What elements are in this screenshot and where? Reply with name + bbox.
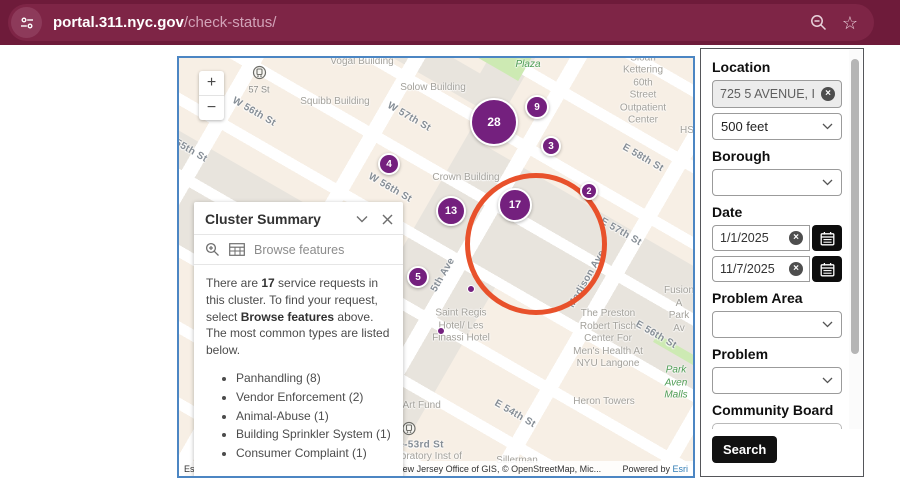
place-label: Park Aven Malls — [664, 364, 687, 402]
complaint-type-item: Consumer Complaint (1) — [236, 445, 391, 462]
url-text: portal.311.nyc.gov/check-status/ — [53, 14, 276, 31]
borough-select[interactable] — [712, 169, 842, 196]
cluster-marker[interactable]: 3 — [541, 136, 561, 156]
cluster-marker[interactable]: 13 — [436, 196, 466, 226]
search-button[interactable]: Search — [712, 436, 777, 463]
table-icon — [229, 243, 245, 256]
map-canvas[interactable]: W 57th StW 56th StW 56th St55th StE 58th… — [177, 56, 695, 478]
date-label: Date — [712, 204, 863, 220]
radius-select[interactable]: 500 feet — [712, 113, 842, 140]
map-zoom-in-button[interactable]: + — [199, 71, 224, 95]
chevron-down-icon — [822, 321, 833, 328]
request-point[interactable] — [467, 285, 475, 293]
place-label: The Preston Robert Tisch Center For Men'… — [573, 308, 643, 371]
cluster-marker[interactable]: 28 — [470, 98, 518, 146]
subway-station-icon — [402, 422, 416, 436]
popup-body: There are 17 service requests in this cl… — [194, 265, 403, 478]
tune-icon — [19, 15, 35, 31]
bookmark-star-icon[interactable]: ☆ — [842, 14, 858, 32]
subway-station-marker — [402, 422, 416, 441]
esri-link[interactable]: Esri — [673, 464, 689, 474]
filter-panel-scroll-area: Location 725 5 AVENUE, I 500 feet Boroug… — [701, 49, 863, 429]
browse-features-link[interactable]: Browse features — [254, 243, 344, 257]
community-board-select[interactable] — [712, 423, 842, 429]
date-start-input[interactable]: 1/1/2025 — [712, 225, 810, 251]
place-label: HS — [680, 125, 694, 138]
filter-panel: Location 725 5 AVENUE, I 500 feet Boroug… — [700, 48, 864, 477]
problem-label: Problem — [712, 346, 863, 362]
complaint-type-item: Building Sprinkler System (1) — [236, 426, 391, 443]
place-label: Heron Towers — [573, 396, 635, 409]
borough-label: Borough — [712, 148, 863, 164]
chevron-down-icon — [822, 123, 833, 130]
clear-icon — [789, 262, 803, 276]
clear-icon — [821, 87, 835, 101]
date-start-clear-button[interactable] — [783, 231, 809, 245]
date-end-input[interactable]: 11/7/2025 — [712, 256, 810, 282]
popup-title: Cluster Summary — [205, 211, 342, 227]
complaint-type-list: Panhandling (8) Vendor Enforcement (2) Ani… — [206, 370, 391, 462]
cluster-marker[interactable]: 5 — [407, 266, 429, 288]
chevron-down-icon — [822, 179, 833, 186]
date-start-calendar-button[interactable] — [812, 225, 842, 251]
complaint-type-item: Vendor Enforcement (2) — [236, 389, 391, 406]
place-label: Plaza — [515, 59, 540, 72]
site-settings-button[interactable] — [11, 7, 42, 38]
place-label: Saint Regis Hotel/ Les Finassi Hotel — [432, 307, 490, 345]
place-label: Crown Building — [432, 172, 499, 185]
calendar-icon — [820, 231, 835, 246]
chevron-down-icon — [822, 377, 833, 384]
cluster-marker[interactable]: 17 — [498, 188, 532, 222]
cluster-summary-popup: Cluster Summary — [194, 202, 403, 478]
clear-icon — [789, 231, 803, 245]
problem-select[interactable] — [712, 367, 842, 394]
address-bar[interactable]: portal.311.nyc.gov/check-status/ ☆ — [8, 4, 874, 41]
panel-scrollbar-track[interactable] — [849, 50, 862, 429]
street-label: e-53rd St — [398, 440, 444, 451]
complaint-type-item: Panhandling (8) — [236, 370, 391, 387]
calendar-icon — [820, 262, 835, 277]
place-label: Solow Building — [400, 82, 466, 95]
panel-scrollbar-thumb[interactable] — [851, 59, 859, 354]
location-input[interactable]: 725 5 AVENUE, I — [712, 80, 842, 108]
date-end-clear-button[interactable] — [783, 262, 809, 276]
place-label: Vogal Building — [330, 56, 393, 68]
cluster-marker[interactable]: 9 — [525, 95, 549, 119]
close-icon[interactable] — [382, 214, 393, 225]
zoom-to-icon[interactable] — [205, 242, 220, 257]
subway-station-marker: 57 St — [248, 66, 269, 95]
problem-area-select[interactable] — [712, 311, 842, 338]
request-point[interactable] — [437, 327, 445, 335]
date-end-calendar-button[interactable] — [812, 256, 842, 282]
subway-station-icon — [252, 66, 266, 80]
map-zoom-control: + − — [199, 71, 224, 120]
collapse-chevron-icon[interactable] — [356, 215, 368, 223]
place-label: Squibb Building — [300, 96, 370, 109]
location-clear-button[interactable] — [815, 87, 841, 101]
url-path: /check-status/ — [184, 14, 277, 31]
map-zoom-out-button[interactable]: − — [199, 96, 224, 120]
browser-toolbar: portal.311.nyc.gov/check-status/ ☆ — [0, 0, 900, 45]
cluster-marker[interactable]: 2 — [580, 182, 598, 200]
cluster-count: 17 — [261, 276, 274, 290]
problem-area-label: Problem Area — [712, 290, 863, 306]
community-board-label: Community Board — [712, 402, 863, 418]
complaint-type-item: Animal-Abuse (1) — [236, 408, 391, 425]
place-label: Fusion A Park Av — [664, 285, 694, 335]
station-label: 57 St — [248, 85, 269, 95]
location-label: Location — [712, 59, 863, 75]
zoom-out-icon[interactable] — [809, 13, 828, 32]
url-host: portal.311.nyc.gov — [53, 14, 184, 31]
place-label: Memorial Sloan Kettering 60th Street Out… — [618, 56, 668, 127]
cluster-marker[interactable]: 4 — [378, 153, 400, 175]
